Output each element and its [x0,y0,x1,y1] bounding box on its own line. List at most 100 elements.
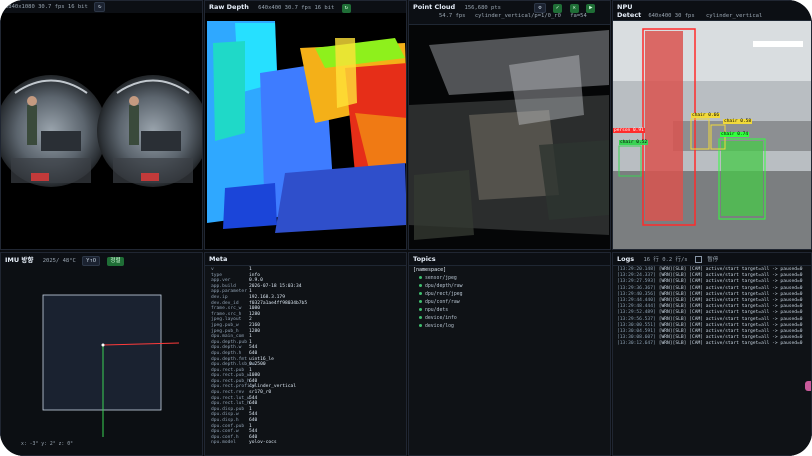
topic-item[interactable]: device/info [409,315,610,323]
camera-panel: 3840x1080 30.7 fps 16 bit ↻ [0,0,203,250]
log-message: [WRN][SLB] [CAM] active/start target=all… [658,285,803,291]
imu-axis-button[interactable]: Y↑O [82,256,101,266]
logs-list[interactable]: [13:29:20.148] [WRN][SLB] [CAM] active/st… [613,267,811,455]
meta-list[interactable]: v 1 type info app.ver 0.9.0 app.build 2026-07-1… [205,267,406,455]
log-message: [WRN][SLB] [CAM] active/start target=all… [658,267,803,272]
topic-item[interactable]: dpu/depth/raw [409,283,610,291]
log-time: [13:29:36.367] [617,285,656,291]
npu-tags: person 0.91 chair 0.74 chair 0.66 chair … [613,21,811,249]
detection-tag: chair 0.66 [691,113,721,118]
npu-panel: NPU Detect 640x400 30 fps cylinder_verti… [612,0,812,250]
camera-info: 3840x1080 30.7 fps 16 bit [5,4,88,10]
topic-label: dpu/conf/raw [425,300,460,305]
detection-tag: chair 0.74 [720,132,750,137]
status-dot-icon [419,284,422,287]
log-time: [13:29:56.537] [617,316,656,322]
status-dot-icon [419,316,422,319]
log-time: [13:30:12.647] [617,341,656,347]
logs-toolbar: Logs 16 行 0.2 行/s 暂停 [613,253,811,266]
detection-tag: chair 0.58 [723,119,753,124]
log-message: [WRN][SLB] [CAM] active/start target=all… [658,316,803,322]
logs-title: Logs [617,255,635,263]
log-time: [13:29:20.148] [617,267,656,272]
log-message: [WRN][SLB] [CAM] active/start target=all… [658,322,803,328]
topics-toolbar: Topics [409,253,610,266]
log-message: [WRN][SLB] [CAM] active/start target=all… [658,310,803,316]
log-time: [13:29:44.440] [617,298,656,304]
meta-value: yolov-cocs [249,440,277,446]
topic-label: dpu/rect/jpeg [425,292,463,297]
imu-align-button[interactable]: 정렬 [107,257,124,266]
topic-item[interactable]: dpu/rect/jpeg [409,291,610,299]
fisheye-view [1,75,202,187]
refresh-icon[interactable]: ↻ [94,2,106,12]
meta-key: npu.model [211,440,236,446]
topic-label: dpu/depth/raw [425,284,463,289]
log-line: [13:30:12.647] [WRN][SLB] [CAM] active/st… [613,341,811,347]
topic-item[interactable]: device/log [409,323,610,331]
meta-value: 2026-07-18 15:03:34 [249,283,302,289]
log-time: [13:30:08.607] [617,335,656,341]
log-message: [WRN][SLB] [CAM] active/start target=all… [658,279,803,285]
point-cloud-panel: Point Cloud 156,680 pts ⚙ ✓ ✕ ▶ 54.7 fps… [408,0,611,250]
status-dot-icon [419,324,422,327]
topic-item[interactable]: dpu/conf/raw [409,299,610,307]
log-message: [WRN][SLB] [CAM] active/start target=all… [658,291,803,297]
point-cloud-view [409,25,610,249]
topic-item[interactable]: sensor/jpeg [409,275,610,283]
raw-depth-panel: Raw Depth 640x400 30.7 fps 16 bit ↻ [204,0,407,250]
detection-tag: chair 0.52 [619,140,649,145]
imu-stats: 2025/ 48°C [42,258,76,264]
log-message: [WRN][SLB] [CAM] active/start target=all… [658,304,803,310]
refresh-icon[interactable]: ↻ [341,4,351,13]
npu-info: 640x400 30 fps [648,13,695,19]
imu-view [42,294,180,437]
point-cloud-toolbar: Point Cloud 156,680 pts ⚙ ✓ ✕ ▶ 54.7 fps… [409,1,610,25]
dashboard: 3840x1080 30.7 fps 16 bit ↻ Raw Depth 64… [0,0,812,456]
log-time: [13:29:52.489] [617,310,656,316]
topic-label: sensor/jpeg [425,276,457,281]
play-icon[interactable]: ▶ [586,4,596,13]
log-message: [WRN][SLB] [CAM] active/start target=all… [658,341,803,347]
topic-label: device/log [425,324,454,329]
npu-title: NPU Detect [617,3,642,19]
raw-depth-info: 640x400 30.7 fps 16 bit [258,5,335,11]
pause-label: 暂停 [707,257,719,263]
depth-map [205,13,406,249]
npu-model: cylinder_vertical [705,13,763,19]
point-cloud-title: Point Cloud [413,3,456,11]
log-message: [WRN][SLB] [CAM] active/start target=all… [658,329,803,335]
meta-row: npu.model yolov-cocs [211,440,406,446]
log-time: [13:29:48.444] [617,304,656,310]
scroll-handle[interactable] [805,381,811,391]
log-time: [13:29:27.593] [617,279,656,285]
status-dot-icon [419,276,422,279]
check-icon[interactable]: ✓ [552,4,563,13]
point-cloud-fps: fa=54 [570,13,587,19]
close-icon[interactable]: ✕ [569,4,579,13]
pause-checkbox[interactable] [694,256,702,263]
status-dot-icon [419,300,422,303]
topics-title: Topics [413,255,436,263]
topic-item[interactable]: npu/dets [409,307,610,315]
log-time: [13:30:00.551] [617,322,656,328]
imu-title: IMU 방향 [5,256,34,264]
logs-panel: Logs 16 行 0.2 行/s 暂停 [13:29:20.148] [WRN]… [612,252,812,456]
logs-stats: 16 行 0.2 行/s [643,257,688,263]
detection-tag: person 0.91 [613,128,645,133]
point-cloud-info-2: cylinder_vertical/p=1/0_r0 [474,13,561,19]
topic-label: npu/dets [425,308,449,313]
log-time: [13:30:04.591] [617,329,656,335]
raw-depth-title: Raw Depth [209,3,249,11]
log-time: [13:29:24.337] [617,273,656,279]
imu-axes: x: -3° y: 2° z: 0° [21,442,73,447]
imu-toolbar: IMU 방향 2025/ 48°C Y↑O 정렬 [1,253,202,268]
log-message: [WRN][SLB] [CAM] active/start target=all… [658,298,803,304]
topics-list: [namespace] sensor/jpeg dpu/depth/raw dpu/… [409,266,610,455]
settings-icon[interactable]: ⚙ [534,3,546,13]
topics-panel: Topics [namespace] sensor/jpeg dpu/depth/… [408,252,611,456]
log-message: [WRN][SLB] [CAM] active/start target=all… [658,335,803,341]
log-message: [WRN][SLB] [CAM] active/start target=all… [658,273,803,279]
npu-toolbar: NPU Detect 640x400 30 fps cylinder_verti… [613,1,811,21]
point-cloud-sub: 54.7 fps [439,13,466,19]
